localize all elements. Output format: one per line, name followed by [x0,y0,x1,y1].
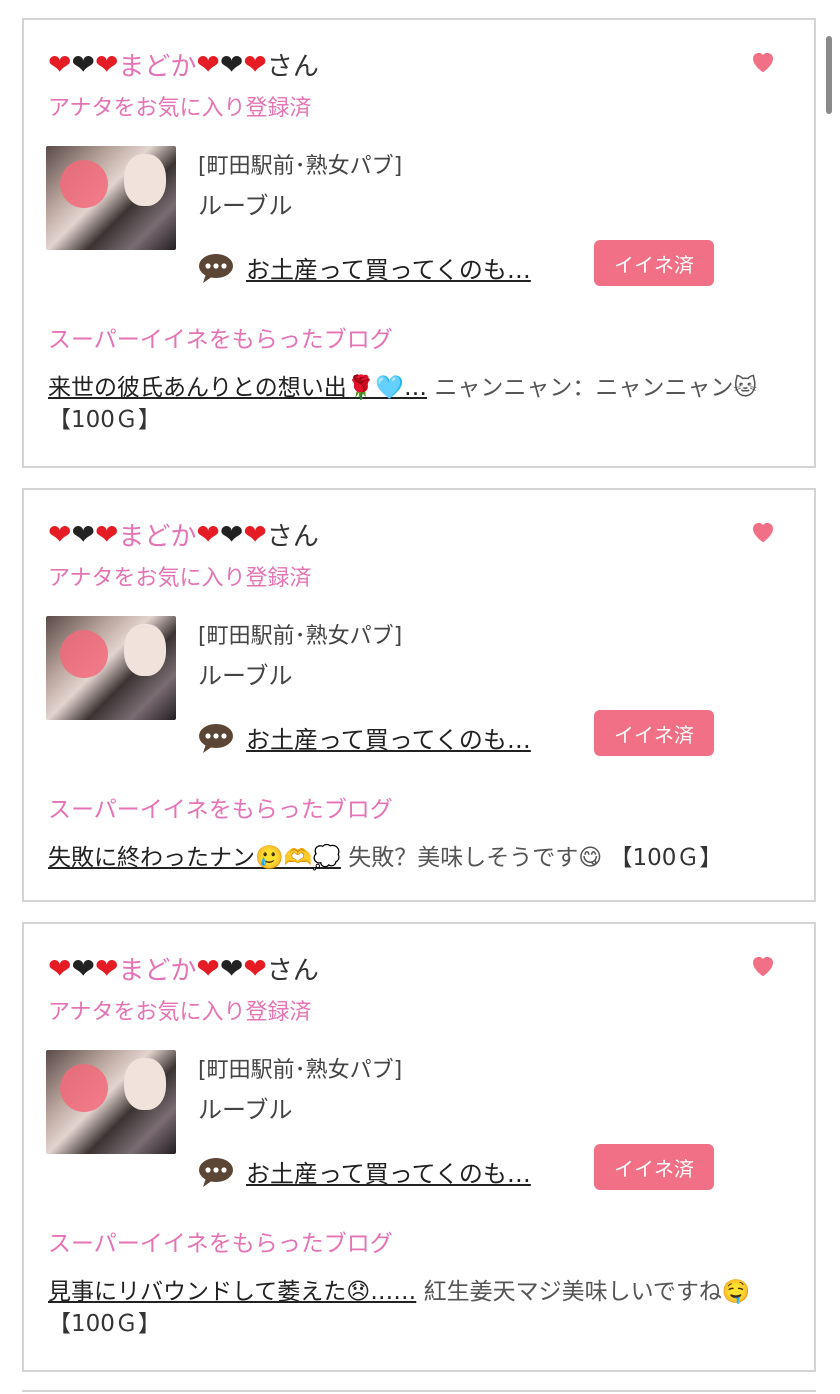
red-heart-icon: ❤ [196,48,220,81]
blog-price: 【100Ｇ】 [48,1311,161,1337]
avatar[interactable] [46,616,176,720]
favorite-heart-icon[interactable] [748,46,778,76]
message-row: お土産って買ってくのも… [198,250,531,285]
chat-bubble-icon [199,723,233,753]
shop-name[interactable]: ルーブル [198,1090,293,1125]
message-row: お土産って買ってくのも… [198,720,531,755]
blog-title-link[interactable]: 見事にリバウンドして萎えた😞…… [48,1279,416,1305]
iine-button[interactable]: イイネ済 [594,240,714,286]
red-heart-icon: ❤ [196,952,220,985]
black-heart-icon: ❤ [71,952,95,985]
section-title: スーパーイイネをもらったブログ [48,1231,393,1257]
favorite-status: アナタをお気に入り登録済 [48,96,312,121]
favorite-status: アナタをお気に入り登録済 [48,1000,312,1025]
shop-name[interactable]: ルーブル [198,656,293,691]
section-title: スーパーイイネをもらったブログ [48,797,393,823]
red-heart-icon: ❤ [243,952,267,985]
message-link[interactable]: お土産って買ってくのも… [246,720,531,755]
red-heart-icon: ❤ [94,518,119,551]
shop-name[interactable]: ルーブル [198,186,293,221]
profile-card: ❤ ❤ ❤ まどか ❤ ❤ ❤ さん アナタをお気に入り登録済 [町田駅前･熟女パブ] ルーブ… [22,18,816,468]
blog-entry: 失敗に終わったナン🥲🫶💭 失敗？美味しそうです😋 【100Ｇ】 [48,842,788,874]
scrollbar[interactable] [826,36,832,114]
red-heart-icon: ❤ [48,518,72,551]
section-title: スーパーイイネをもらったブログ [48,327,393,353]
user-name-text: まどか [118,956,197,986]
black-heart-icon: ❤ [219,952,244,985]
black-heart-icon: ❤ [219,518,244,551]
user-name[interactable]: ❤ ❤ ❤ まどか ❤ ❤ ❤ さん [48,950,319,987]
red-heart-icon: ❤ [196,518,220,551]
next-card-border [22,1390,816,1392]
red-heart-icon: ❤ [48,48,72,81]
blog-comment: 紅生姜天マジ美味しいですね🤤 [423,1279,751,1305]
chat-bubble-icon [199,253,233,283]
red-heart-icon: ❤ [243,518,267,551]
black-heart-icon: ❤ [71,518,95,551]
red-heart-icon: ❤ [94,952,119,985]
user-honorific: さん [266,522,319,552]
shop-category: [町田駅前･熟女パブ] [198,624,403,649]
blog-entry: 見事にリバウンドして萎えた😞…… 紅生姜天マジ美味しいですね🤤 【100Ｇ】 [48,1276,788,1340]
red-heart-icon: ❤ [243,48,267,81]
user-name[interactable]: ❤ ❤ ❤ まどか ❤ ❤ ❤ さん [48,516,319,553]
iine-button[interactable]: イイネ済 [594,710,714,756]
iine-button[interactable]: イイネ済 [594,1144,714,1190]
avatar[interactable] [46,146,176,250]
user-honorific: さん [266,956,319,986]
shop-category: [町田駅前･熟女パブ] [198,154,403,179]
blog-title-link[interactable]: 来世の彼氏あんりとの想い出🌹🩵… [48,375,427,401]
blog-entry: 来世の彼氏あんりとの想い出🌹🩵… ニャンニャン：ニャンニャン🐱 【100Ｇ】 [48,372,788,436]
blog-comment: ニャンニャン：ニャンニャン🐱 [434,375,758,401]
black-heart-icon: ❤ [71,48,95,81]
message-row: お土産って買ってくのも… [198,1154,531,1189]
shop-category: [町田駅前･熟女パブ] [198,1058,403,1083]
avatar[interactable] [46,1050,176,1154]
blog-title-link[interactable]: 失敗に終わったナン🥲🫶💭 [48,845,341,871]
message-link[interactable]: お土産って買ってくのも… [246,1154,531,1189]
profile-card: ❤ ❤ ❤ まどか ❤ ❤ ❤ さん アナタをお気に入り登録済 [町田駅前･熟女パブ] ルーブ… [22,488,816,902]
favorite-status: アナタをお気に入り登録済 [48,566,312,591]
red-heart-icon: ❤ [94,48,119,81]
blog-price: 【100Ｇ】 [48,407,161,433]
user-honorific: さん [266,52,319,82]
blog-comment: 失敗？美味しそうです😋 [348,845,603,871]
black-heart-icon: ❤ [219,48,244,81]
profile-card: ❤ ❤ ❤ まどか ❤ ❤ ❤ さん アナタをお気に入り登録済 [町田駅前･熟女パブ] ルーブ… [22,922,816,1372]
chat-bubble-icon [199,1157,233,1187]
favorite-heart-icon[interactable] [748,516,778,546]
favorite-heart-icon[interactable] [748,950,778,980]
user-name-text: まどか [118,522,197,552]
message-link[interactable]: お土産って買ってくのも… [246,250,531,285]
blog-price: 【100Ｇ】 [609,845,723,871]
user-name[interactable]: ❤ ❤ ❤ まどか ❤ ❤ ❤ さん [48,46,319,83]
red-heart-icon: ❤ [48,952,72,985]
user-name-text: まどか [118,52,197,82]
